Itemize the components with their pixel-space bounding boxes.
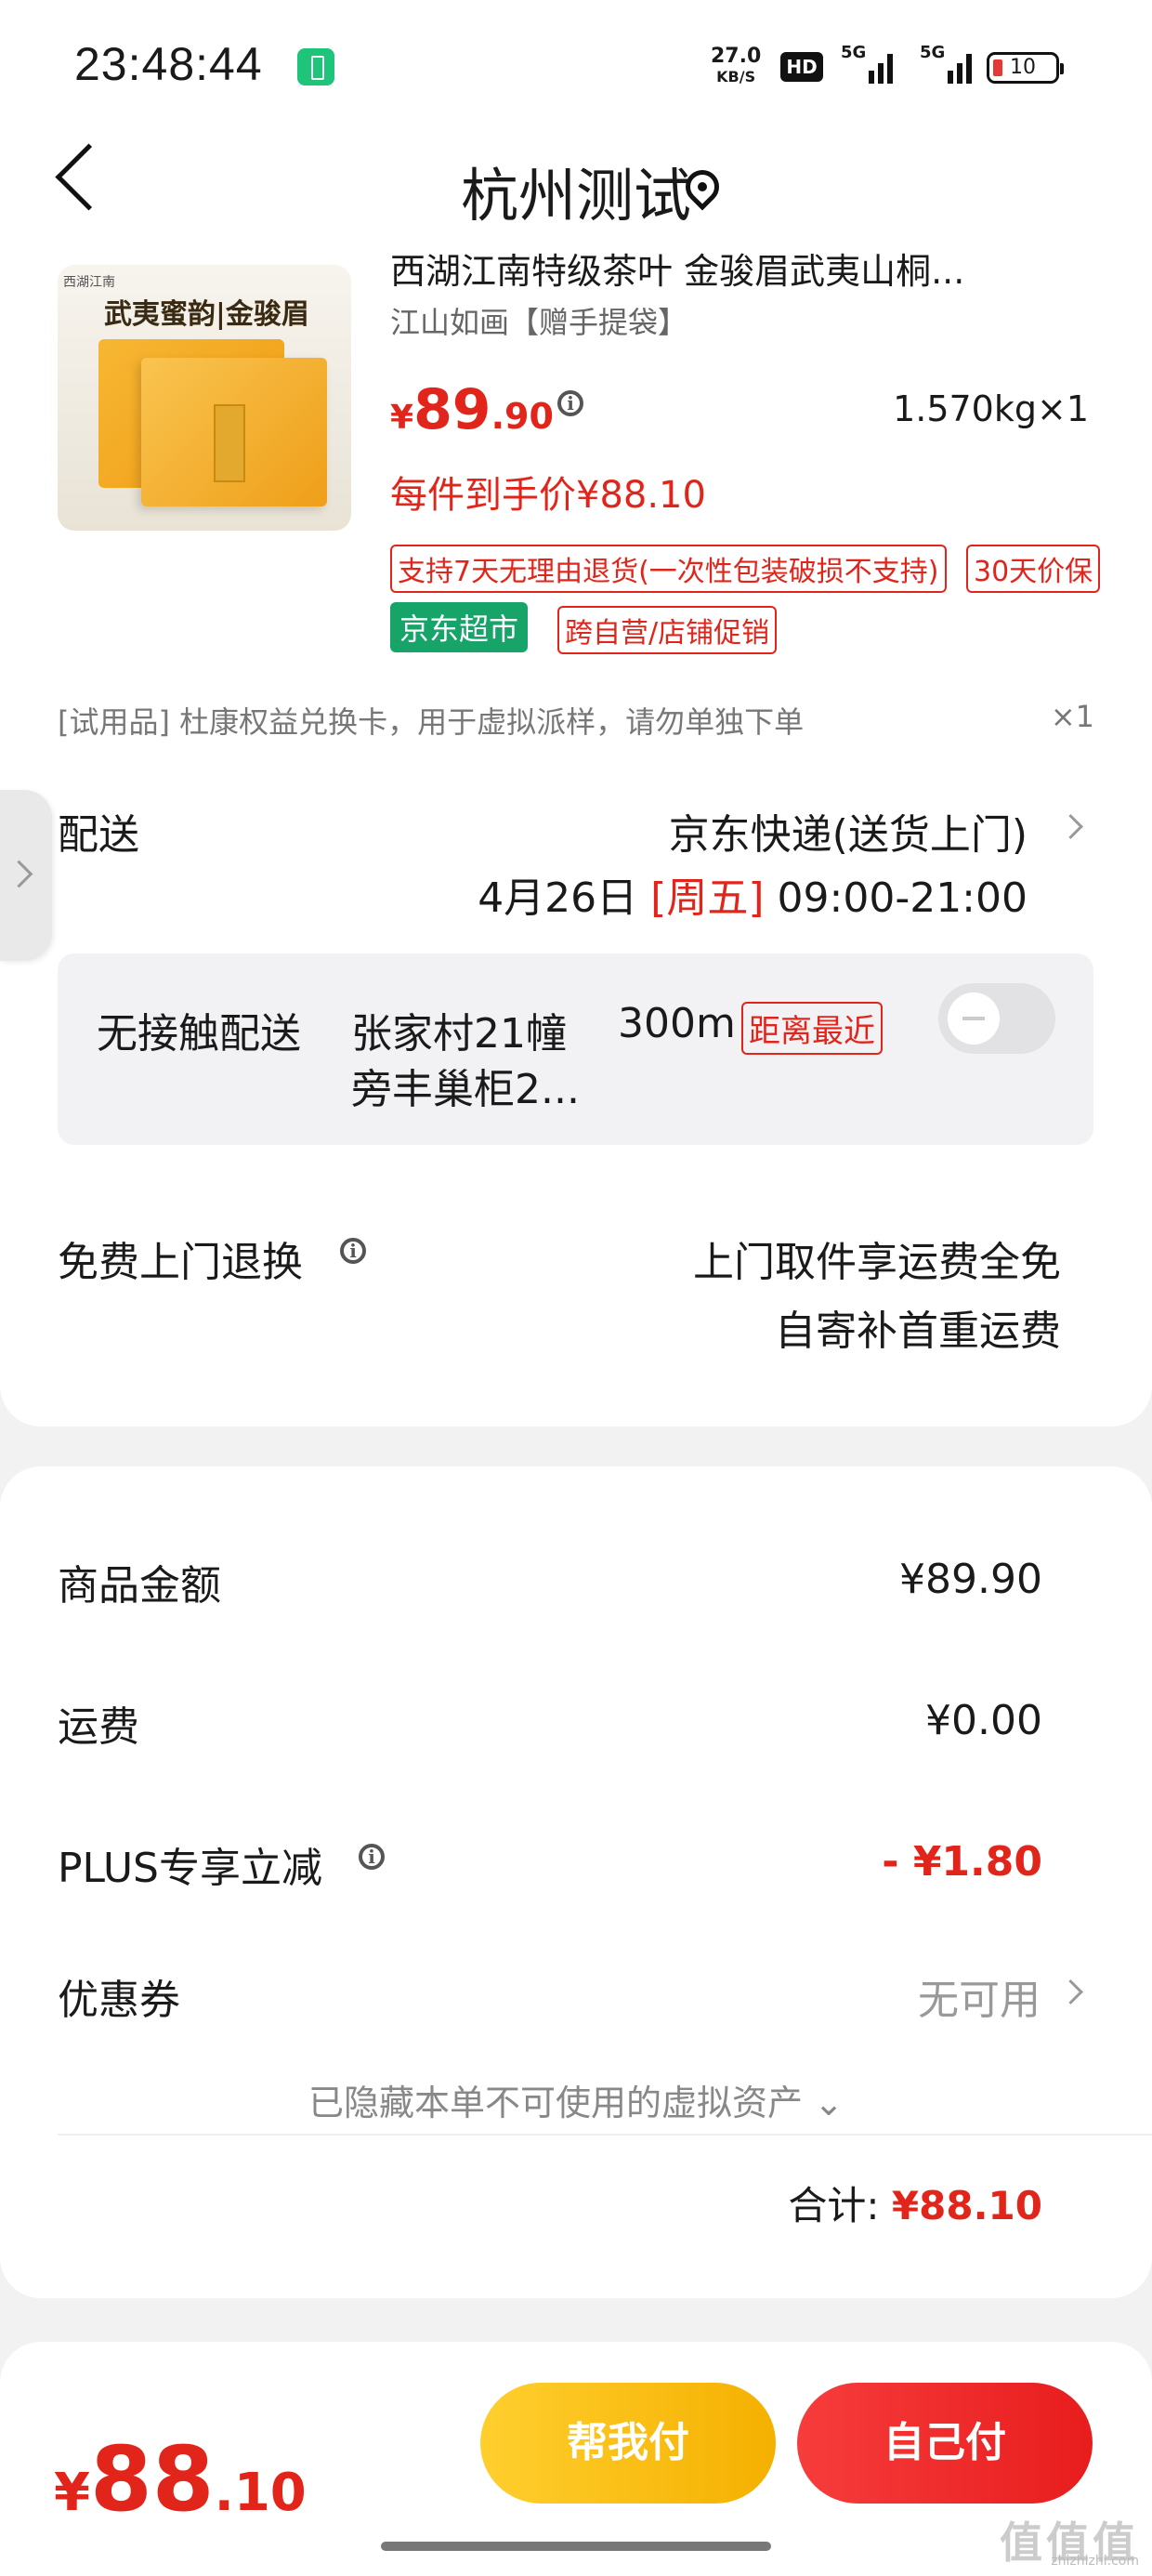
- delivery-window: 09:00-21:00: [777, 874, 1028, 922]
- signal-icon-1: 5G: [841, 43, 897, 84]
- total-label: 合计:: [788, 2183, 880, 2228]
- free-return-label: 免费上门退换: [58, 1239, 303, 1286]
- plus-info-icon[interactable]: i: [359, 1844, 385, 1870]
- price-symbol: ¥: [390, 399, 414, 437]
- product-price: ¥89.90: [390, 377, 554, 442]
- product-weight-qty: 1.570kg×1: [893, 388, 1089, 429]
- price-dec: .90: [491, 396, 554, 437]
- delivery-label: 配送: [58, 811, 139, 859]
- delivery-time[interactable]: 4月26日 [周五] 09:00-21:00: [478, 864, 1028, 924]
- checkout-dec: .10: [214, 2463, 307, 2523]
- net-speed-value: 27.0: [711, 45, 762, 68]
- product-spec: 江山如画【赠手提袋】: [390, 305, 688, 340]
- total-value: ¥88.10: [891, 2183, 1042, 2228]
- nearest-badge: 距离最近: [741, 1002, 883, 1055]
- page-title[interactable]: 杭州测试: [0, 149, 1152, 232]
- each-final-price: 每件到手价¥88.10: [390, 474, 706, 517]
- thumb-banner: 武夷蜜韵|金骏眉: [104, 298, 309, 331]
- status-time: 23:48:44: [74, 38, 263, 90]
- tag-promo: 跨自营/店铺促销: [557, 606, 778, 654]
- hidden-assets-toggle[interactable]: 已隐藏本单不可使用的虚拟资产 ⌄: [0, 2074, 1152, 2125]
- product-tin: [214, 404, 245, 482]
- return-line1: 上门取件享运费全免: [693, 1239, 1061, 1286]
- tag-jd-supermarket: 京东超市: [390, 602, 529, 652]
- hidden-assets-text: 已隐藏本单不可使用的虚拟资产: [308, 2083, 804, 2123]
- net-speed-unit: KB/S: [716, 68, 756, 85]
- plus-discount-label: PLUS专享立减: [58, 1845, 322, 1892]
- plus-discount-value: - ¥1.80: [882, 1838, 1042, 1886]
- battery-icon: 10: [987, 52, 1064, 84]
- sig1-label: 5G: [841, 43, 867, 62]
- sig2-label: 5G: [920, 43, 946, 62]
- locker-line2: 旁丰巢柜2...: [351, 1066, 580, 1113]
- coupon-value[interactable]: 无可用: [918, 1966, 1041, 2026]
- home-indicator[interactable]: [381, 2542, 771, 2551]
- shipping-label: 运费: [58, 1703, 139, 1751]
- product-thumbnail[interactable]: 西湖江南 武夷蜜韵|金骏眉: [58, 265, 351, 531]
- signal-icon-2: 5G: [920, 43, 975, 84]
- battery-saver-icon: [297, 48, 334, 85]
- delivery-weekday: [周五]: [650, 874, 765, 922]
- trial-qty: ×1: [1050, 699, 1094, 734]
- goods-amount-value: ¥89.90: [899, 1556, 1042, 1603]
- checkout-int: 88: [89, 2427, 215, 2531]
- tag-7day-return: 支持7天无理由退货(一次性包装破损不支持): [390, 545, 947, 593]
- chevron-down-icon: ⌄: [814, 2083, 844, 2123]
- tag-price-protect: 30天价保: [966, 545, 1101, 593]
- help-pay-button[interactable]: 帮我付: [480, 2383, 776, 2504]
- product-name[interactable]: 西湖江南特级茶叶 金骏眉武夷山桐...: [390, 249, 1078, 292]
- price-info-icon[interactable]: i: [557, 390, 583, 416]
- goods-amount-label: 商品金额: [58, 1562, 221, 1610]
- locker-distance: 300m: [618, 1000, 736, 1047]
- price-int: 89: [413, 377, 491, 442]
- contactless-toggle[interactable]: [938, 983, 1055, 1054]
- return-line2: 自寄补首重运费: [775, 1308, 1061, 1355]
- checkout-symbol: ¥: [54, 2463, 90, 2523]
- summary-divider: [58, 2134, 1152, 2136]
- self-pay-button[interactable]: 自己付: [797, 2383, 1093, 2504]
- summary-total: 合计: ¥88.10: [788, 2175, 1042, 2231]
- hd-voice-icon: HD: [780, 52, 823, 82]
- locker-line1: 张家村21幢: [351, 1010, 567, 1058]
- checkout-total: ¥88.10: [54, 2427, 307, 2531]
- contactless-label: 无接触配送: [97, 1010, 301, 1058]
- watermark-site: zhizhizhi.com: [1051, 2554, 1139, 2569]
- delivery-method[interactable]: 京东快递(送货上门): [669, 801, 1028, 861]
- side-expand-tab[interactable]: [0, 790, 52, 961]
- network-speed: 27.0 KB/S: [711, 46, 761, 87]
- shipping-value: ¥0.00: [925, 1697, 1042, 1744]
- trial-item: [试用品] 杜康权益兑换卡，用于虚拟派样，请勿单独下单: [58, 704, 805, 740]
- delivery-date: 4月26日: [478, 874, 638, 922]
- return-info-icon[interactable]: i: [340, 1238, 366, 1264]
- coupon-label: 优惠券: [58, 1977, 180, 2024]
- thumb-brand: 西湖江南: [63, 275, 115, 290]
